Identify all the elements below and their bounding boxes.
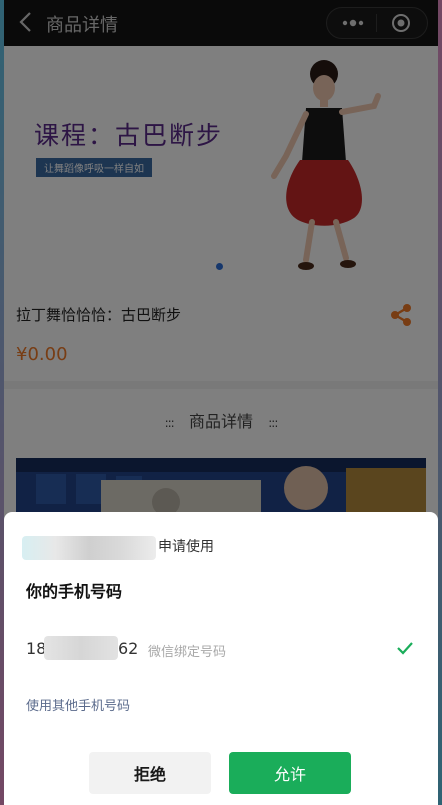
use-other-phone-link[interactable]: 使用其他手机号码: [26, 695, 130, 714]
phone-number-redacted: [44, 636, 118, 660]
phone-binding-note: 微信绑定号码: [148, 645, 227, 660]
allow-button[interactable]: 允许: [229, 752, 351, 794]
mini-program-frame: 商品详情 课程：古巴断步 让舞蹈像呼吸一样自如: [0, 0, 442, 805]
app-name-redacted: [22, 536, 156, 560]
phone-option-row[interactable]: 18 62 微信绑定号码: [4, 628, 438, 668]
check-icon: [397, 642, 413, 655]
phone-auth-sheet: 申请使用 你的手机号码 18 62 微信绑定号码 使用其他手机号码 拒绝 允许: [4, 512, 438, 805]
reject-button[interactable]: 拒绝: [89, 752, 211, 794]
sheet-title: 你的手机号码: [26, 582, 123, 601]
apply-use-text: 申请使用: [158, 539, 214, 555]
phone-number-suffix: 62: [118, 639, 139, 658]
